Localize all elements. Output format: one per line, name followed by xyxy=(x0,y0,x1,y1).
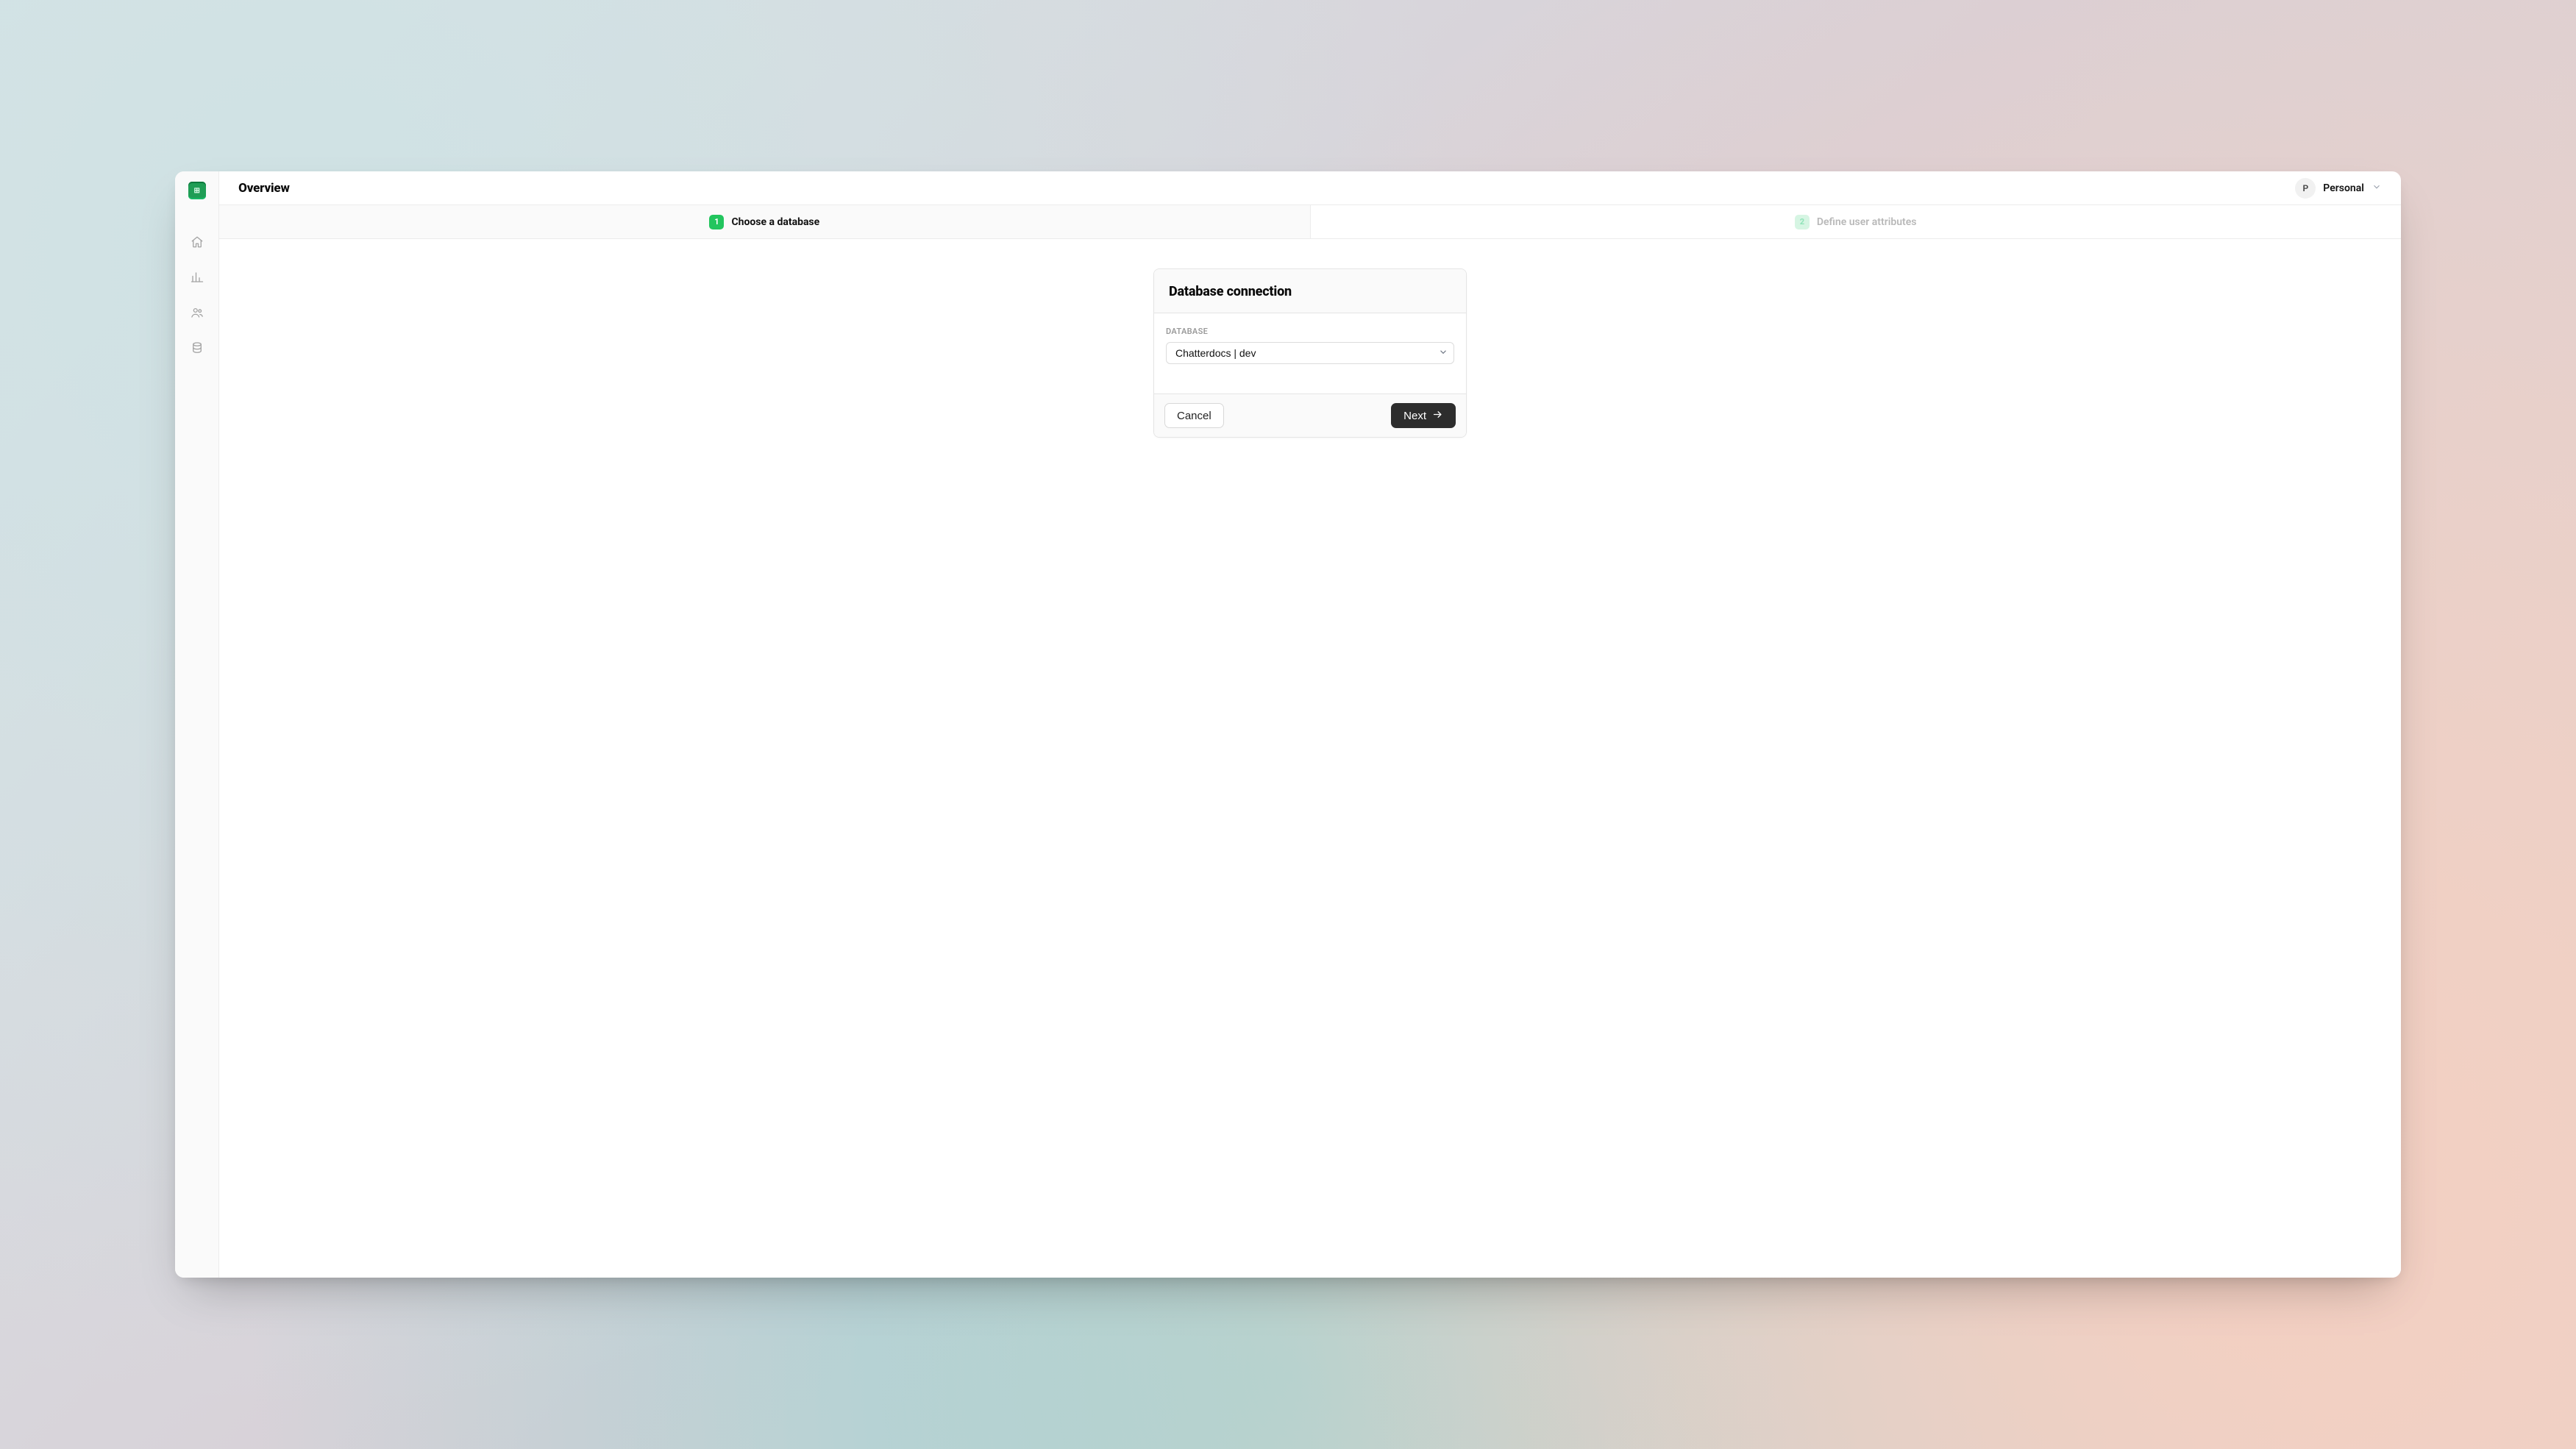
database-select-wrapper: Chatterdocs | dev xyxy=(1166,342,1454,364)
nav-analytics[interactable] xyxy=(182,264,212,293)
database-field-label: DATABASE xyxy=(1166,327,1454,336)
step-1-number: 1 xyxy=(709,215,724,229)
next-button-label: Next xyxy=(1403,410,1426,422)
step-2-label: Define user attributes xyxy=(1817,216,1917,228)
app-logo: ⊞ xyxy=(188,182,206,199)
sidebar: ⊞ xyxy=(175,171,219,1277)
users-icon xyxy=(191,306,204,322)
step-1[interactable]: 1 Choose a database xyxy=(219,205,1309,238)
card-header: Database connection xyxy=(1154,269,1466,313)
topbar: Overview P Personal xyxy=(219,171,2401,205)
nav-home[interactable] xyxy=(182,229,212,258)
main-column: Overview P Personal 1 Choose a database … xyxy=(219,171,2401,1277)
cancel-button-label: Cancel xyxy=(1177,410,1211,422)
arrow-right-icon xyxy=(1432,409,1443,423)
card-footer: Cancel Next xyxy=(1154,394,1466,437)
nav-users[interactable] xyxy=(182,299,212,329)
card-title: Database connection xyxy=(1169,284,1451,299)
nav-database[interactable] xyxy=(182,335,212,364)
cancel-button[interactable]: Cancel xyxy=(1164,403,1224,428)
next-button[interactable]: Next xyxy=(1391,403,1456,428)
database-connection-card: Database connection DATABASE Chatterdocs… xyxy=(1153,268,1467,438)
database-icon xyxy=(191,341,204,357)
home-icon xyxy=(191,235,204,252)
page-title: Overview xyxy=(238,181,290,196)
bar-chart-icon xyxy=(191,271,204,287)
step-2[interactable]: 2 Define user attributes xyxy=(1310,205,2401,238)
avatar: P xyxy=(2295,178,2316,199)
step-1-label: Choose a database xyxy=(731,216,819,228)
content-area: Database connection DATABASE Chatterdocs… xyxy=(219,239,2401,1277)
step-2-number: 2 xyxy=(1795,215,1810,229)
account-switcher[interactable]: P Personal xyxy=(2295,178,2382,199)
stepper: 1 Choose a database 2 Define user attrib… xyxy=(219,205,2401,239)
app-window: ⊞ Overview P Pers xyxy=(175,171,2401,1277)
account-label: Personal xyxy=(2323,182,2364,194)
chevron-down-icon xyxy=(2372,182,2382,195)
card-body: DATABASE Chatterdocs | dev xyxy=(1154,313,1466,394)
database-select[interactable]: Chatterdocs | dev xyxy=(1166,342,1454,364)
